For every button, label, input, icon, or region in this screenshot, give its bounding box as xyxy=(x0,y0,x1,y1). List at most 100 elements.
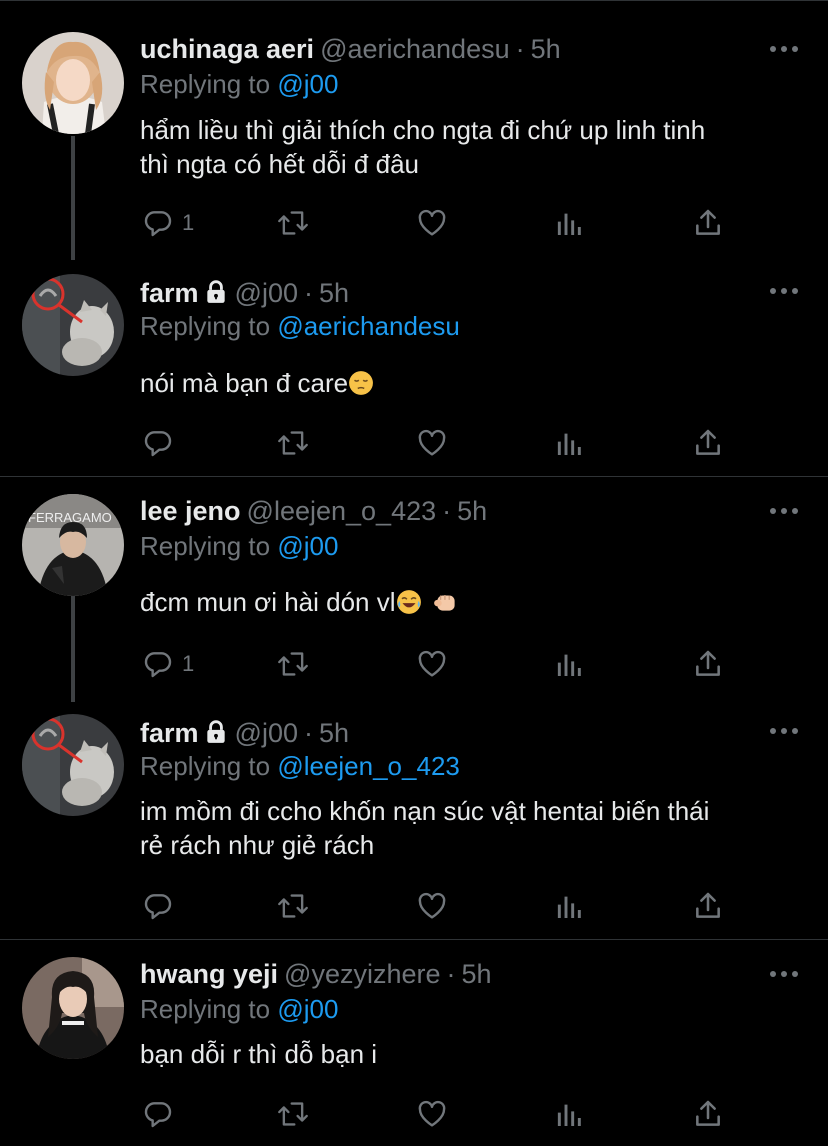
reply-tweet[interactable]: farm @j00 · 5h Replying to @aerichandesu nó… xyxy=(0,260,828,476)
avatar[interactable] xyxy=(22,274,124,376)
share-upload-icon xyxy=(696,650,720,676)
reply-button[interactable]: 1 xyxy=(142,205,194,241)
display-name[interactable]: hwang yeji xyxy=(140,959,278,989)
retweet-icon xyxy=(278,1102,308,1126)
more-dots-icon[interactable] xyxy=(770,971,798,979)
avatar[interactable]: FERRAGAMO xyxy=(22,494,124,596)
separator-dot: · xyxy=(515,34,525,64)
user-handle[interactable]: @j00 xyxy=(235,718,298,748)
bar-chart-icon xyxy=(557,654,581,676)
reply-button[interactable] xyxy=(142,425,174,461)
lock-icon xyxy=(203,719,229,753)
mention-link[interactable]: @leejen_o_423 xyxy=(277,751,460,781)
reply-tweet[interactable]: FERRAGAMO lee jeno @leejen_o_423 · 5h Reply… xyxy=(0,477,828,700)
share-upload-icon xyxy=(696,1100,720,1126)
mention-link[interactable]: @j00 xyxy=(277,994,338,1024)
tweet-text: bạn dỗi r thì dỗ bạn i xyxy=(140,1037,800,1071)
more-dots-icon[interactable] xyxy=(770,46,798,54)
user-handle[interactable]: @yezyizhere xyxy=(284,959,440,989)
action-bar xyxy=(0,1096,828,1132)
tweet-text: hẩm liều thì giải thích cho ngta đi chứ … xyxy=(140,113,800,181)
analytics-button[interactable] xyxy=(554,425,586,461)
like-button[interactable] xyxy=(416,1096,448,1132)
separator-dot: · xyxy=(446,959,456,989)
heart-icon xyxy=(418,429,446,456)
tweet-header: lee jeno @leejen_o_423 · 5h xyxy=(140,494,487,528)
display-name[interactable]: farm xyxy=(140,718,199,748)
reply-tweet[interactable]: farm @j00 · 5h Replying to @leejen_o_423 im… xyxy=(0,700,828,938)
retweet-button[interactable] xyxy=(276,205,310,241)
retweet-button[interactable] xyxy=(276,425,310,461)
speech-bubble-icon xyxy=(144,894,172,920)
avatar[interactable] xyxy=(22,714,124,816)
tweet-header: hwang yeji @yezyizhere · 5h xyxy=(140,957,492,991)
bar-chart-icon xyxy=(557,433,581,455)
more-dots-icon[interactable] xyxy=(770,728,798,736)
share-button[interactable] xyxy=(692,205,724,241)
retweet-button[interactable] xyxy=(276,646,310,682)
retweet-icon xyxy=(278,894,308,918)
timestamp[interactable]: 5h xyxy=(457,496,487,526)
tweet-text: im mồm đi ccho khốn nạn súc vật hentai b… xyxy=(140,794,800,862)
bar-chart-icon xyxy=(557,213,581,235)
reply-button[interactable] xyxy=(142,1096,174,1132)
like-button[interactable] xyxy=(416,888,448,924)
speech-bubble-icon xyxy=(144,1102,172,1128)
user-handle[interactable]: @leejen_o_423 xyxy=(247,496,437,526)
retweet-button[interactable] xyxy=(276,1096,310,1132)
reply-tweet[interactable]: uchinaga aeri @aerichandesu · 5h Replying t… xyxy=(0,0,828,260)
like-button[interactable] xyxy=(416,205,448,241)
timestamp[interactable]: 5h xyxy=(319,718,349,748)
like-button[interactable] xyxy=(416,646,448,682)
mention-link[interactable]: @j00 xyxy=(277,531,338,561)
replying-label: Replying to xyxy=(140,69,278,99)
like-button[interactable] xyxy=(416,425,448,461)
tweet-header: farm @j00 · 5h xyxy=(140,276,349,313)
more-dots-icon[interactable] xyxy=(770,508,798,516)
tweet-text: đcm mun ơi hài dón vl xyxy=(140,585,800,623)
reply-tweet[interactable]: hwang yeji @yezyizhere · 5h Replying to @j0… xyxy=(0,940,828,1146)
analytics-button[interactable] xyxy=(554,205,586,241)
display-name[interactable]: farm xyxy=(140,278,199,308)
analytics-button[interactable] xyxy=(554,646,586,682)
display-name[interactable]: lee jeno xyxy=(140,496,241,526)
analytics-button[interactable] xyxy=(554,1096,586,1132)
tweet-text-line: bạn dỗi r thì dỗ bạn i xyxy=(140,1039,378,1069)
retweet-button[interactable] xyxy=(276,888,310,924)
timestamp[interactable]: 5h xyxy=(462,959,492,989)
replying-label: Replying to xyxy=(140,751,278,781)
share-button[interactable] xyxy=(692,1096,724,1132)
reply-button[interactable]: 1 xyxy=(142,646,194,682)
mention-link[interactable]: @aerichandesu xyxy=(277,311,460,341)
action-bar xyxy=(0,888,828,924)
action-bar xyxy=(0,425,828,461)
tweet-text: nói mà bạn đ care xyxy=(140,366,800,404)
reply-button[interactable] xyxy=(142,888,174,924)
replying-to: Replying to @j00 xyxy=(140,68,338,100)
lock-icon xyxy=(203,279,229,313)
tweet-header: uchinaga aeri @aerichandesu · 5h xyxy=(140,32,561,66)
more-dots-icon[interactable] xyxy=(770,288,798,296)
share-button[interactable] xyxy=(692,888,724,924)
avatar[interactable] xyxy=(22,32,124,134)
analytics-button[interactable] xyxy=(554,888,586,924)
user-handle[interactable]: @j00 xyxy=(235,278,298,308)
mention-link[interactable]: @j00 xyxy=(277,69,338,99)
retweet-icon xyxy=(278,652,308,676)
avatar[interactable] xyxy=(22,957,124,1059)
speech-bubble-icon xyxy=(144,211,172,237)
share-button[interactable] xyxy=(692,425,724,461)
tweet-text-line: hẩm liều thì giải thích cho ngta đi chứ … xyxy=(140,115,706,145)
tweet-header: farm @j00 · 5h xyxy=(140,716,349,753)
replying-to: Replying to @aerichandesu xyxy=(140,310,460,342)
separator-dot: · xyxy=(303,718,313,748)
share-button[interactable] xyxy=(692,646,724,682)
timestamp[interactable]: 5h xyxy=(319,278,349,308)
replying-to: Replying to @leejen_o_423 xyxy=(140,750,460,782)
timestamp[interactable]: 5h xyxy=(531,34,561,64)
user-handle[interactable]: @aerichandesu xyxy=(320,34,510,64)
action-bar: 1 xyxy=(0,205,828,241)
bar-chart-icon xyxy=(557,896,581,918)
display-name[interactable]: uchinaga aeri xyxy=(140,34,314,64)
replying-label: Replying to xyxy=(140,531,278,561)
